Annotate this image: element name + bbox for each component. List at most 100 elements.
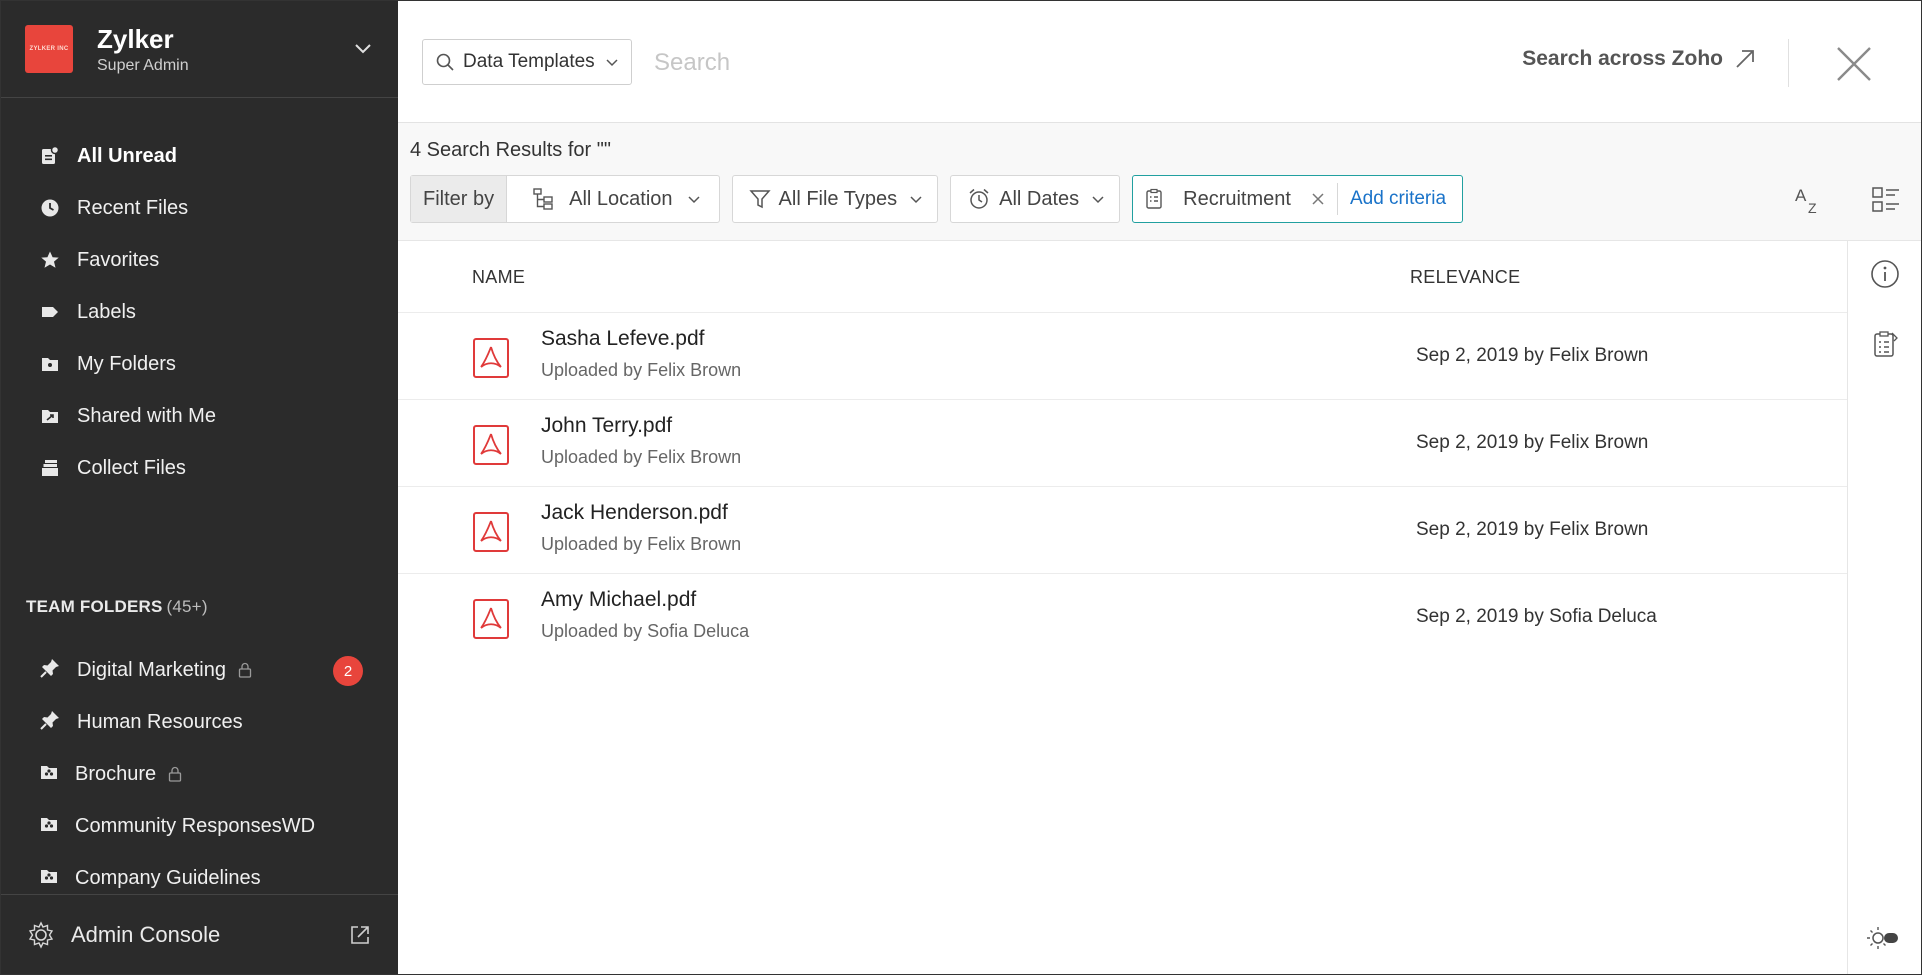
team-folders-title: TEAM FOLDERS <box>26 597 163 616</box>
label-icon <box>39 301 61 323</box>
file-name[interactable]: Sasha Lefeve.pdf <box>541 327 704 351</box>
search-across-label: Search across Zoho <box>1522 47 1723 70</box>
list-view-icon[interactable] <box>1871 185 1901 215</box>
search-icon <box>436 53 454 71</box>
external-link-icon[interactable] <box>348 923 372 947</box>
org-role: Super Admin <box>97 56 189 74</box>
org-logo-text: ZYLKER INC <box>29 46 69 52</box>
team-folder-icon <box>39 814 59 839</box>
file-relevance: Sep 2, 2019 by Sofia Deluca <box>1416 606 1657 627</box>
sidebar-item-recent-files[interactable]: Recent Files <box>1 182 398 234</box>
search-scope-dropdown[interactable]: Data Templates <box>422 39 632 85</box>
search-across-zoho-button[interactable]: Search across Zoho <box>1522 47 1757 71</box>
team-folder-brochure[interactable]: Brochure <box>1 748 398 800</box>
file-name[interactable]: Jack Henderson.pdf <box>541 501 728 525</box>
lock-icon <box>238 662 252 678</box>
star-icon <box>39 249 61 271</box>
pdf-file-icon <box>473 512 509 552</box>
table-header: NAME RELEVANCE <box>398 241 1847 313</box>
criteria-tag-label: Recruitment <box>1183 187 1291 210</box>
team-folder-label: Human Resources <box>77 710 243 733</box>
table-row[interactable]: Amy Michael.pdf Uploaded by Sofia Deluca… <box>398 574 1847 661</box>
results-toolbar: 4 Search Results for "" Filter by All Lo… <box>398 123 1921 241</box>
table-row[interactable]: Sasha Lefeve.pdf Uploaded by Felix Brown… <box>398 313 1847 400</box>
theme-toggle-icon[interactable] <box>1867 924 1899 952</box>
data-template-icon <box>1146 188 1162 209</box>
date-filter[interactable]: All Dates <box>950 175 1121 223</box>
svg-text:Z: Z <box>1808 200 1817 215</box>
file-uploader: Uploaded by Felix Brown <box>541 447 742 467</box>
sidebar-item-collect-files[interactable]: Collect Files <box>1 442 398 494</box>
app-window: ZYLKER INC Zylker Super Admin All Unread… <box>0 0 1922 975</box>
chevron-down-icon <box>910 196 922 204</box>
sidebar-item-label: Labels <box>77 300 136 323</box>
sort-az-icon[interactable]: AZ <box>1793 185 1823 215</box>
sidebar-item-label: Shared with Me <box>77 404 216 427</box>
criteria-tag[interactable]: Recruitment <box>1133 176 1337 222</box>
file-relevance: Sep 2, 2019 by Felix Brown <box>1416 432 1649 453</box>
team-folder-human-resources[interactable]: Human Resources <box>1 696 398 748</box>
sidebar-item-label: All Unread <box>77 144 178 167</box>
pin-icon <box>39 657 61 684</box>
location-tree-icon <box>533 188 553 210</box>
sidebar-item-label: My Folders <box>77 352 176 375</box>
pin-icon <box>39 709 61 736</box>
admin-console-label: Admin Console <box>71 921 221 947</box>
org-switcher[interactable]: ZYLKER INC Zylker Super Admin <box>1 1 398 98</box>
remove-criteria-icon[interactable] <box>1311 192 1325 206</box>
team-folder-icon <box>39 762 59 787</box>
team-folder-icon <box>39 866 59 891</box>
info-icon[interactable] <box>1870 259 1900 289</box>
sidebar-nav: All Unread Recent Files Favorites Labels… <box>1 98 398 494</box>
sidebar-item-all-unread[interactable]: All Unread <box>1 130 398 182</box>
column-header-name[interactable]: NAME <box>472 267 525 288</box>
table-row[interactable]: Jack Henderson.pdf Uploaded by Felix Bro… <box>398 487 1847 574</box>
file-type-filter-label: All File Types <box>778 187 898 210</box>
team-folders-list: Digital Marketing 2 Human Resources Broc… <box>1 644 398 904</box>
results-count: 4 Search Results for "" <box>410 139 611 161</box>
table-row[interactable]: John Terry.pdf Uploaded by Felix Brown S… <box>398 400 1847 487</box>
file-name[interactable]: Amy Michael.pdf <box>541 588 696 612</box>
chevron-down-icon[interactable] <box>354 39 372 57</box>
team-folder-label: Brochure <box>75 762 157 785</box>
file-uploader: Uploaded by Felix Brown <box>541 360 742 380</box>
sidebar-item-my-folders[interactable]: My Folders <box>1 338 398 390</box>
search-input[interactable] <box>654 41 1214 85</box>
org-name: Zylker <box>97 23 174 54</box>
sidebar-item-labels[interactable]: Labels <box>1 286 398 338</box>
sidebar-item-favorites[interactable]: Favorites <box>1 234 398 286</box>
team-folder-label: Company Guidelines <box>75 866 261 889</box>
file-uploader: Uploaded by Sofia Deluca <box>541 621 750 641</box>
team-folder-community-responseswd[interactable]: Community ResponsesWD <box>1 800 398 852</box>
right-tool-panel <box>1847 241 1921 974</box>
search-header: Data Templates Search across Zoho <box>398 1 1921 123</box>
file-type-filter[interactable]: All File Types <box>731 175 939 223</box>
clock-icon <box>39 197 61 219</box>
arrow-up-right-icon <box>1736 50 1754 68</box>
filter-row: Filter by All Location All File Types Al… <box>410 175 1464 223</box>
folder-icon <box>39 353 61 375</box>
file-uploader: Uploaded by Felix Brown <box>541 534 742 554</box>
alarm-clock-icon <box>969 188 989 209</box>
chevron-down-icon <box>1092 196 1104 204</box>
location-filter[interactable]: Filter by All Location <box>410 175 720 223</box>
admin-console-link[interactable]: Admin Console <box>1 894 398 974</box>
filter-by-label: Filter by <box>411 176 508 222</box>
team-folders-heading: TEAM FOLDERS (45+) <box>26 597 208 617</box>
unread-icon <box>39 145 61 167</box>
file-name[interactable]: John Terry.pdf <box>541 414 672 438</box>
gear-icon <box>28 920 54 949</box>
team-folder-label: Digital Marketing <box>77 658 226 681</box>
pdf-file-icon <box>473 425 509 465</box>
header-divider <box>1788 39 1789 87</box>
unread-count-badge: 2 <box>333 656 363 686</box>
file-relevance: Sep 2, 2019 by Felix Brown <box>1416 519 1649 540</box>
sidebar-item-shared-with-me[interactable]: Shared with Me <box>1 390 398 442</box>
results-table: NAME RELEVANCE Sasha Lefeve.pdf Uploaded… <box>398 241 1847 974</box>
org-logo: ZYLKER INC <box>25 25 73 73</box>
column-header-relevance[interactable]: RELEVANCE <box>1410 267 1520 288</box>
close-icon[interactable] <box>1835 45 1873 83</box>
team-folder-digital-marketing[interactable]: Digital Marketing 2 <box>1 644 398 696</box>
add-criteria-button[interactable]: Add criteria <box>1336 183 1462 215</box>
data-template-icon[interactable] <box>1870 329 1900 359</box>
